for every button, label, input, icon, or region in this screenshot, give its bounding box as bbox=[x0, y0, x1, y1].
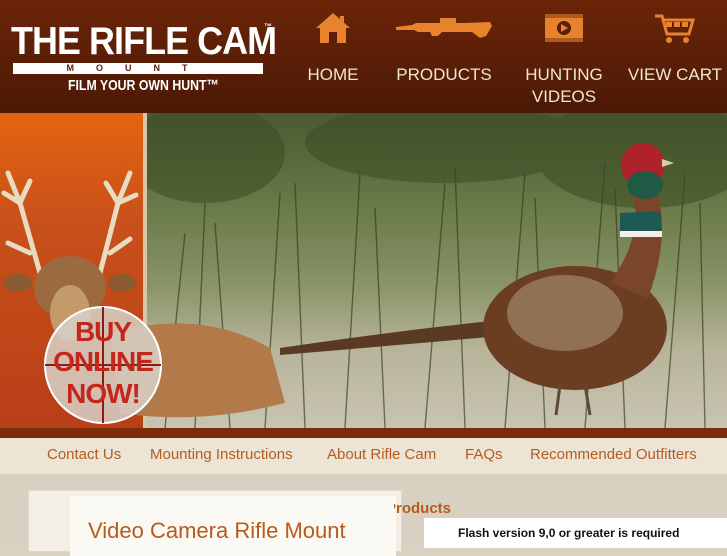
badge-line-now: NOW! bbox=[66, 378, 141, 409]
nav-home-label: HOME bbox=[307, 65, 359, 84]
nav-hunting-videos[interactable]: HUNTING VIDEOS bbox=[518, 0, 610, 113]
badge-line-buy: BUY bbox=[74, 316, 132, 347]
products-heading-text: Products bbox=[394, 500, 452, 517]
subnav-about-rifle-cam[interactable]: About Rifle Cam bbox=[327, 446, 436, 463]
secondary-nav: Contact Us Mounting Instructions About R… bbox=[0, 438, 727, 474]
subnav-recommended-outfitters[interactable]: Recommended Outfitters bbox=[530, 446, 697, 463]
subnav-divider bbox=[0, 428, 727, 438]
rifle-icon bbox=[396, 18, 492, 38]
site-logo[interactable]: THE RIFLE CAM ™ MOUNT FILM YOUR OWN HUNT… bbox=[6, 8, 286, 108]
pheasant-illustration bbox=[280, 143, 674, 416]
nav-products-label: PRODUCTS bbox=[396, 65, 492, 84]
logo-subtitle: MOUNT bbox=[66, 63, 210, 73]
nav-hunting-videos-label-1: HUNTING bbox=[525, 65, 603, 84]
products-heading: Products bbox=[394, 500, 474, 517]
logo-trademark: ™ bbox=[264, 22, 272, 31]
flash-required-notice: Flash version 9,0 or greater is required bbox=[458, 526, 680, 540]
nav-hunting-videos-label-2: VIDEOS bbox=[531, 87, 597, 106]
home-icon bbox=[316, 13, 350, 43]
badge-line-online: ONLINE bbox=[53, 346, 154, 377]
site-header: THE RIFLE CAM ™ MOUNT FILM YOUR OWN HUNT… bbox=[0, 0, 727, 113]
logo-tagline: FILM YOUR OWN HUNT™ bbox=[68, 77, 219, 94]
subnav-mounting-instructions[interactable]: Mounting Instructions bbox=[150, 446, 293, 463]
logo-title: THE RIFLE CAM bbox=[11, 20, 277, 63]
hero-banner: BUY ONLINE NOW! bbox=[0, 113, 727, 428]
subnav-faqs[interactable]: FAQs bbox=[465, 446, 503, 463]
main-content: Video Camera Rifle Mount Products Flash … bbox=[0, 474, 727, 556]
nav-view-cart[interactable]: VIEW CART bbox=[626, 0, 724, 113]
nav-view-cart-label: VIEW CART bbox=[627, 65, 723, 84]
cart-icon bbox=[655, 14, 695, 43]
page-title: Video Camera Rifle Mount bbox=[88, 518, 346, 543]
nav-home[interactable]: HOME bbox=[298, 0, 368, 113]
buy-online-badge[interactable]: BUY ONLINE NOW! bbox=[33, 303, 173, 427]
video-icon bbox=[545, 14, 583, 42]
nav-products[interactable]: PRODUCTS bbox=[388, 0, 500, 113]
subnav-contact-us[interactable]: Contact Us bbox=[47, 446, 121, 463]
